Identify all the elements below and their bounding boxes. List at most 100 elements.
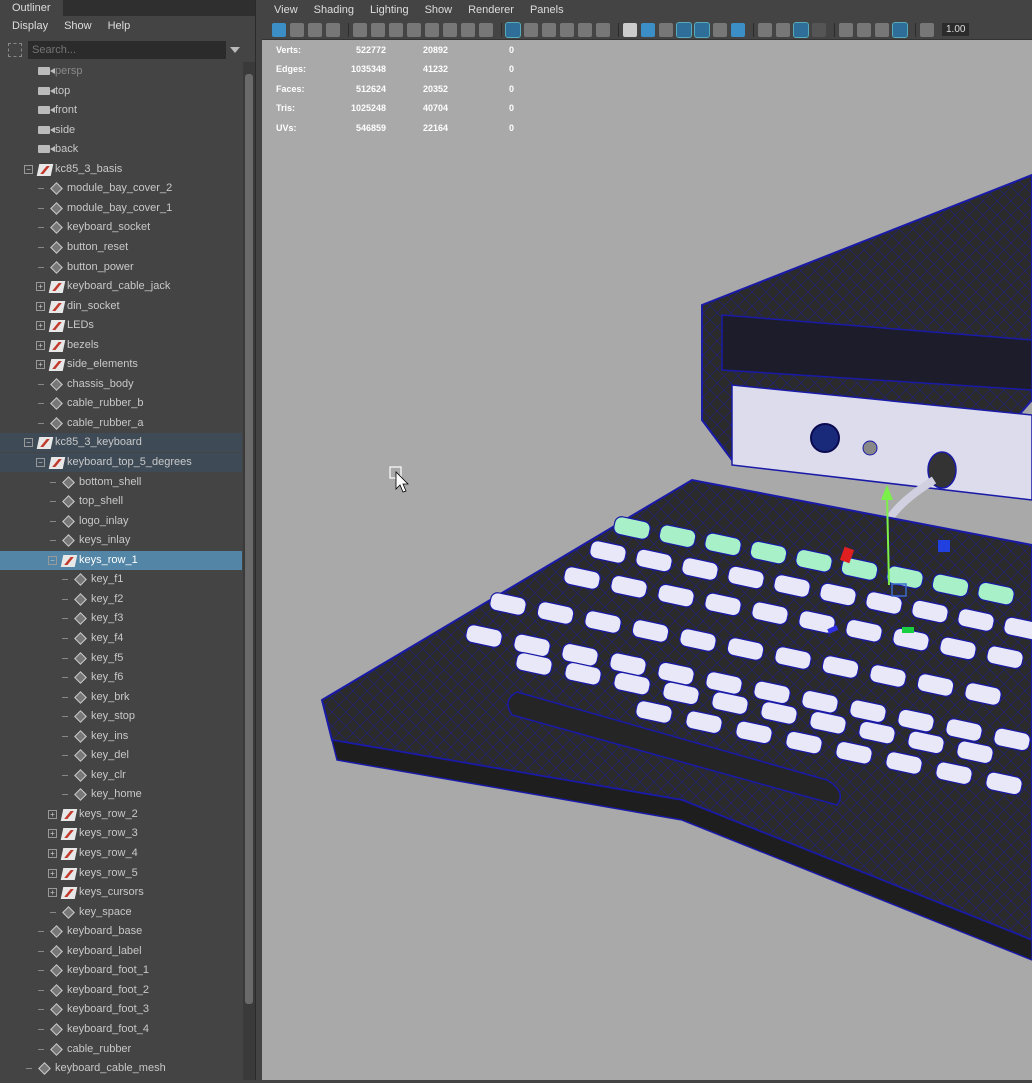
lighting-icon[interactable] <box>713 22 727 37</box>
z-plane-handle-icon[interactable] <box>902 627 914 633</box>
outliner-row[interactable]: + keys_row_4 <box>0 844 242 863</box>
outliner-row[interactable]: + keys_cursors <box>0 883 242 902</box>
resolution-gate-icon[interactable] <box>542 22 556 37</box>
bookmark-icon[interactable] <box>425 22 439 37</box>
gate-mask-icon[interactable] <box>560 22 574 37</box>
grid-icon[interactable] <box>505 21 521 38</box>
safe-action-icon[interactable] <box>596 22 610 37</box>
menu-view[interactable]: View <box>266 4 306 16</box>
menu-show[interactable]: Show <box>56 20 100 32</box>
search-input[interactable] <box>28 41 226 59</box>
selection-filter-icon[interactable] <box>8 43 22 57</box>
default-material-icon[interactable] <box>659 22 673 37</box>
outliner-row[interactable]: key_ins <box>0 727 242 746</box>
outliner-row[interactable]: − kc85_3_keyboard <box>0 433 242 453</box>
outliner-row[interactable]: button_power <box>0 258 242 277</box>
outliner-row[interactable]: side <box>0 121 242 140</box>
outliner-row[interactable]: chassis_body <box>0 375 242 394</box>
wireframe-icon[interactable] <box>623 22 637 37</box>
outliner-scroll-thumb[interactable] <box>245 74 253 1004</box>
outliner-row[interactable]: cable_rubber_a <box>0 414 242 433</box>
aperture-icon[interactable] <box>461 22 475 37</box>
xray-icon[interactable] <box>857 22 871 37</box>
outliner-row[interactable]: keyboard_cable_mesh <box>0 1059 242 1078</box>
menu-shading[interactable]: Shading <box>306 4 362 16</box>
image-plane-icon[interactable] <box>326 22 340 37</box>
smooth-shade-icon[interactable] <box>641 22 655 37</box>
outliner-row[interactable]: cable_rubber <box>0 1040 242 1059</box>
collapse-icon[interactable]: − <box>48 555 57 565</box>
outliner-row[interactable]: cable_rubber_b <box>0 394 242 413</box>
outliner-row[interactable]: key_stop <box>0 707 242 726</box>
outliner-row[interactable]: + LEDs <box>0 316 242 335</box>
expand-icon[interactable]: + <box>48 888 57 898</box>
expand-icon[interactable]: + <box>48 849 57 858</box>
outliner-row[interactable]: keyboard_foot_3 <box>0 1000 242 1019</box>
outliner-row[interactable]: key_del <box>0 746 242 765</box>
outliner-row[interactable]: persp <box>0 62 242 81</box>
outliner-row[interactable]: key_f6 <box>0 668 242 687</box>
menu-help[interactable]: Help <box>100 20 139 32</box>
outliner-row[interactable]: keyboard_foot_2 <box>0 981 242 1000</box>
outliner-row[interactable]: − keys_row_1 <box>0 550 242 570</box>
outliner-row[interactable]: top_shell <box>0 492 242 511</box>
menu-renderer[interactable]: Renderer <box>460 4 522 16</box>
outliner-row[interactable]: − kc85_3_basis <box>0 160 242 179</box>
outliner-row[interactable]: key_space <box>0 903 242 922</box>
outliner-row[interactable]: back <box>0 140 242 159</box>
outliner-row[interactable]: + keys_row_3 <box>0 824 242 843</box>
depth-of-field-icon[interactable] <box>812 22 826 37</box>
camera-icon[interactable] <box>353 22 367 37</box>
expand-icon[interactable]: + <box>36 301 45 311</box>
outliner-row[interactable]: bottom_shell <box>0 473 242 492</box>
outliner-row[interactable]: logo_inlay <box>0 512 242 531</box>
outliner-row[interactable]: module_bay_cover_2 <box>0 179 242 198</box>
outliner-row[interactable]: keyboard_foot_1 <box>0 961 242 980</box>
outliner-row[interactable]: key_clr <box>0 766 242 785</box>
outliner-row[interactable]: key_f3 <box>0 609 242 628</box>
expand-icon[interactable]: + <box>36 340 45 350</box>
outliner-row[interactable]: top <box>0 82 242 101</box>
wireframe-on-shaded-icon[interactable] <box>676 21 692 38</box>
select-camera-icon[interactable] <box>272 22 286 37</box>
expand-icon[interactable]: + <box>48 809 57 819</box>
xray-active-icon[interactable] <box>892 21 908 38</box>
outliner-row[interactable]: key_brk <box>0 688 242 707</box>
outliner-row[interactable]: key_f5 <box>0 649 242 668</box>
y-axis-handle-icon[interactable] <box>881 485 893 500</box>
collapse-icon[interactable]: − <box>36 458 45 467</box>
xray-joints-icon[interactable] <box>875 22 889 37</box>
outliner-row[interactable]: front <box>0 101 242 120</box>
camera-attributes-icon[interactable] <box>290 22 304 37</box>
3d-viewport-canvas[interactable]: Verts: 522772 20892 0 Edges: 1035348 41232 0 Fac… <box>262 40 1032 1080</box>
z-axis-handle-icon[interactable] <box>938 540 950 552</box>
expand-icon[interactable]: + <box>36 360 45 370</box>
exposure-icon[interactable] <box>920 22 934 37</box>
outliner-row[interactable]: key_f4 <box>0 629 242 648</box>
expand-icon[interactable]: + <box>48 829 57 839</box>
menu-lighting[interactable]: Lighting <box>362 4 417 16</box>
outliner-row[interactable]: key_home <box>0 785 242 804</box>
tab-outliner[interactable]: Outliner <box>0 0 63 16</box>
menu-show[interactable]: Show <box>417 4 461 16</box>
outliner-row[interactable]: + side_elements <box>0 355 242 374</box>
isolate-select-icon[interactable] <box>839 22 853 37</box>
expand-icon[interactable]: + <box>36 321 45 331</box>
film-gate-icon[interactable] <box>524 22 538 37</box>
outliner-row[interactable]: keyboard_base <box>0 922 242 941</box>
outliner-row[interactable]: key_f2 <box>0 590 242 609</box>
anti-aliasing-icon[interactable] <box>793 21 809 38</box>
outliner-row[interactable]: keyboard_foot_4 <box>0 1020 242 1039</box>
grease-pencil-icon[interactable] <box>407 22 421 37</box>
outliner-row[interactable]: keyboard_socket <box>0 218 242 237</box>
outliner-row[interactable]: keys_inlay <box>0 531 242 550</box>
outliner-row[interactable]: button_reset <box>0 238 242 257</box>
expand-icon[interactable]: + <box>48 868 57 878</box>
outliner-row[interactable]: + bezels <box>0 336 242 355</box>
motion-blur-icon[interactable] <box>776 22 790 37</box>
field-chart-icon[interactable] <box>578 22 592 37</box>
ambient-occlusion-icon[interactable] <box>758 22 772 37</box>
outliner-row[interactable]: + din_socket <box>0 297 242 316</box>
brush-icon[interactable] <box>479 22 493 37</box>
expand-icon[interactable]: + <box>36 282 45 292</box>
